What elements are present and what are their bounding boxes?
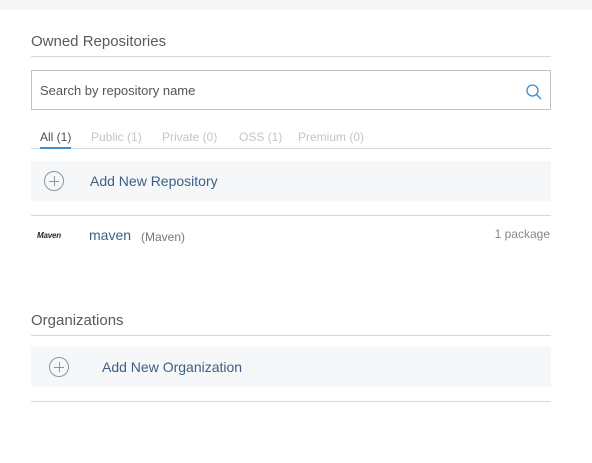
repository-name[interactable]: maven [89,227,131,243]
owned-repositories-title: Owned Repositories [31,33,551,57]
maven-logo: Maven [37,231,61,240]
add-new-organization-button[interactable]: Add New Organization [31,347,551,387]
repository-type: (Maven) [141,230,186,244]
repository-filter-tabs: All (1) Public (1) Private (0) OSS (1) P… [31,129,551,149]
repository-search[interactable] [31,70,551,110]
top-bar [0,0,592,10]
tab-private[interactable]: Private (0) [162,130,217,149]
tab-oss[interactable]: OSS (1) [239,130,282,149]
add-new-organization-label: Add New Organization [102,359,243,375]
add-new-repository-label: Add New Repository [90,173,218,189]
plus-circle-icon [49,357,69,377]
plus-circle-icon [44,171,64,191]
repository-row[interactable]: Maven maven (Maven) 1 package [31,216,551,256]
search-input[interactable] [32,71,512,109]
tab-all[interactable]: All (1) [40,130,72,149]
package-count: 1 package [494,227,550,241]
tab-premium[interactable]: Premium (0) [298,130,364,149]
tab-public[interactable]: Public (1) [91,130,142,149]
add-new-repository-button[interactable]: Add New Repository [31,161,551,201]
organizations-title: Organizations [31,312,551,336]
divider [31,401,551,402]
search-icon[interactable] [525,83,543,101]
